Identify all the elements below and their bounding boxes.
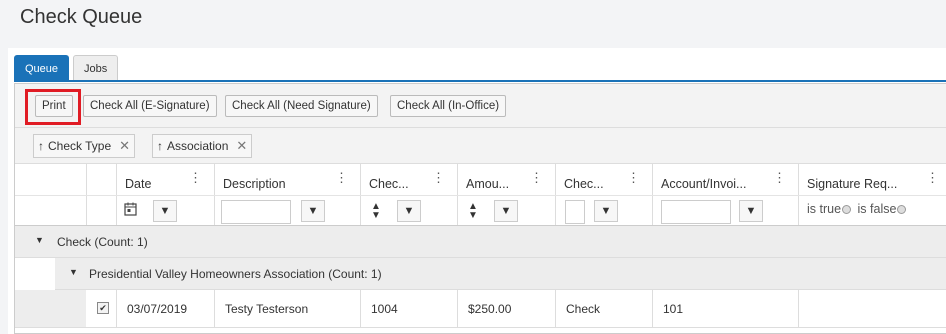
filter-signature: is true is false bbox=[798, 196, 946, 225]
cell-check-type: Check bbox=[555, 290, 652, 327]
description-filter-input[interactable] bbox=[221, 200, 291, 224]
header-check-type[interactable]: Chec... ⋮ bbox=[555, 164, 652, 195]
cell-date: 03/07/2019 bbox=[116, 290, 214, 327]
kebab-icon[interactable]: ⋮ bbox=[189, 170, 202, 186]
grid-toolbar: Print Check All (E-Signature) Check All … bbox=[15, 84, 946, 128]
check-all-inoffice-button[interactable]: Check All (In-Office) bbox=[390, 95, 507, 117]
row-indent bbox=[15, 290, 55, 327]
signature-filter: is true is false bbox=[807, 202, 909, 216]
header-account[interactable]: Account/Invoi... ⋮ bbox=[652, 164, 798, 195]
kebab-icon[interactable]: ⋮ bbox=[773, 170, 786, 186]
header-label: Signature Req... bbox=[807, 177, 898, 191]
header-label: Chec... bbox=[564, 177, 604, 191]
cell-description: Testy Testerson bbox=[214, 290, 360, 327]
arrow-up-icon[interactable]: ↑ bbox=[157, 135, 163, 157]
group-label: Presidential Valley Homeowners Associati… bbox=[89, 267, 382, 281]
check-type-filter-input[interactable] bbox=[565, 200, 585, 224]
filter-select bbox=[86, 196, 116, 225]
sig-true-label: is true bbox=[807, 202, 842, 216]
header-amount[interactable]: Amou... ⋮ bbox=[457, 164, 555, 195]
close-icon[interactable]: ✕ bbox=[119, 135, 130, 157]
kebab-icon[interactable]: ⋮ bbox=[926, 170, 939, 186]
kebab-icon[interactable]: ⋮ bbox=[432, 170, 445, 186]
funnel-icon[interactable]: ▼ bbox=[494, 200, 518, 222]
filter-spacer bbox=[55, 196, 86, 225]
header-signature[interactable]: Signature Req... ⋮ bbox=[798, 164, 946, 195]
kebab-icon[interactable]: ⋮ bbox=[627, 170, 640, 186]
table-row[interactable]: ✔ 03/07/2019 Testy Testerson 1004 $250.0… bbox=[15, 290, 946, 328]
cell-signature bbox=[798, 290, 946, 327]
print-highlight-box bbox=[25, 89, 81, 125]
check-all-esignature-button[interactable]: Check All (E-Signature) bbox=[83, 95, 217, 117]
header-label: Chec... bbox=[369, 177, 409, 191]
funnel-icon[interactable]: ▼ bbox=[153, 200, 177, 222]
filter-row: ▼ ▼ ▲ ▼ ▼ ▲ ▼ ▼ ▼ ▼ is true is false bbox=[15, 196, 946, 226]
group-chip-association[interactable]: ↑ Association ✕ bbox=[152, 134, 253, 158]
check-all-need-signature-button[interactable]: Check All (Need Signature) bbox=[225, 95, 378, 117]
tab-bar: Queue Jobs bbox=[14, 55, 119, 81]
header-check-number[interactable]: Chec... ⋮ bbox=[360, 164, 457, 195]
header-label: Date bbox=[125, 177, 152, 191]
header-spacer bbox=[55, 164, 86, 195]
filter-check-number: ▲ ▼ ▼ bbox=[360, 196, 457, 225]
account-filter-input[interactable] bbox=[661, 200, 731, 224]
header-select bbox=[86, 164, 116, 195]
column-header-row: Date ⋮ Description ⋮ Chec... ⋮ Amou... ⋮… bbox=[15, 164, 946, 196]
group-chip-label: Check Type bbox=[48, 139, 112, 153]
tab-jobs[interactable]: Jobs bbox=[73, 55, 119, 81]
header-description[interactable]: Description ⋮ bbox=[214, 164, 360, 195]
stepper-icon[interactable]: ▲ ▼ bbox=[371, 202, 381, 221]
filter-account: ▼ bbox=[652, 196, 798, 225]
filter-date: ▼ bbox=[116, 196, 214, 225]
group-row-check-type[interactable]: ▼ Check (Count: 1) bbox=[15, 226, 946, 258]
collapse-caret-icon[interactable]: ▼ bbox=[35, 235, 44, 245]
row-checkbox[interactable]: ✔ bbox=[97, 302, 109, 314]
stepper-icon[interactable]: ▲ ▼ bbox=[468, 202, 478, 221]
filter-description: ▼ bbox=[214, 196, 360, 225]
sig-false-label: is false bbox=[857, 202, 897, 216]
calendar-icon[interactable] bbox=[124, 202, 137, 221]
filter-check-type: ▼ bbox=[555, 196, 652, 225]
grouping-bar: ↑ Check Type ✕ ↑ Association ✕ bbox=[15, 128, 946, 164]
close-icon[interactable]: ✕ bbox=[236, 135, 247, 157]
funnel-icon[interactable]: ▼ bbox=[301, 200, 325, 222]
cell-check-number: 1004 bbox=[360, 290, 457, 327]
funnel-icon[interactable]: ▼ bbox=[594, 200, 618, 222]
kebab-icon[interactable]: ⋮ bbox=[530, 170, 543, 186]
row-indent bbox=[55, 290, 86, 327]
header-label: Description bbox=[223, 177, 286, 191]
header-date[interactable]: Date ⋮ bbox=[116, 164, 214, 195]
header-label: Amou... bbox=[466, 177, 510, 191]
kebab-icon[interactable]: ⋮ bbox=[335, 170, 348, 186]
sig-false-radio[interactable] bbox=[897, 205, 907, 214]
sig-true-radio[interactable] bbox=[842, 205, 852, 214]
cell-account: 101 bbox=[652, 290, 798, 327]
collapse-caret-icon[interactable]: ▼ bbox=[69, 267, 78, 277]
cell-amount: $250.00 bbox=[457, 290, 555, 327]
group-row-association[interactable]: ▼ Presidential Valley Homeowners Associa… bbox=[55, 258, 946, 290]
arrow-up-icon[interactable]: ↑ bbox=[38, 135, 44, 157]
check-queue-grid: Print Check All (E-Signature) Check All … bbox=[14, 83, 946, 334]
tab-queue[interactable]: Queue bbox=[14, 55, 70, 81]
header-label: Account/Invoi... bbox=[661, 177, 747, 191]
filter-amount: ▲ ▼ ▼ bbox=[457, 196, 555, 225]
tab-underline bbox=[14, 80, 946, 82]
page-title: Check Queue bbox=[20, 6, 143, 28]
funnel-icon[interactable]: ▼ bbox=[739, 200, 763, 222]
group-label: Check (Count: 1) bbox=[57, 235, 148, 249]
group-chip-check-type[interactable]: ↑ Check Type ✕ bbox=[33, 134, 136, 158]
funnel-icon[interactable]: ▼ bbox=[397, 200, 421, 222]
group-chip-label: Association bbox=[167, 139, 229, 153]
